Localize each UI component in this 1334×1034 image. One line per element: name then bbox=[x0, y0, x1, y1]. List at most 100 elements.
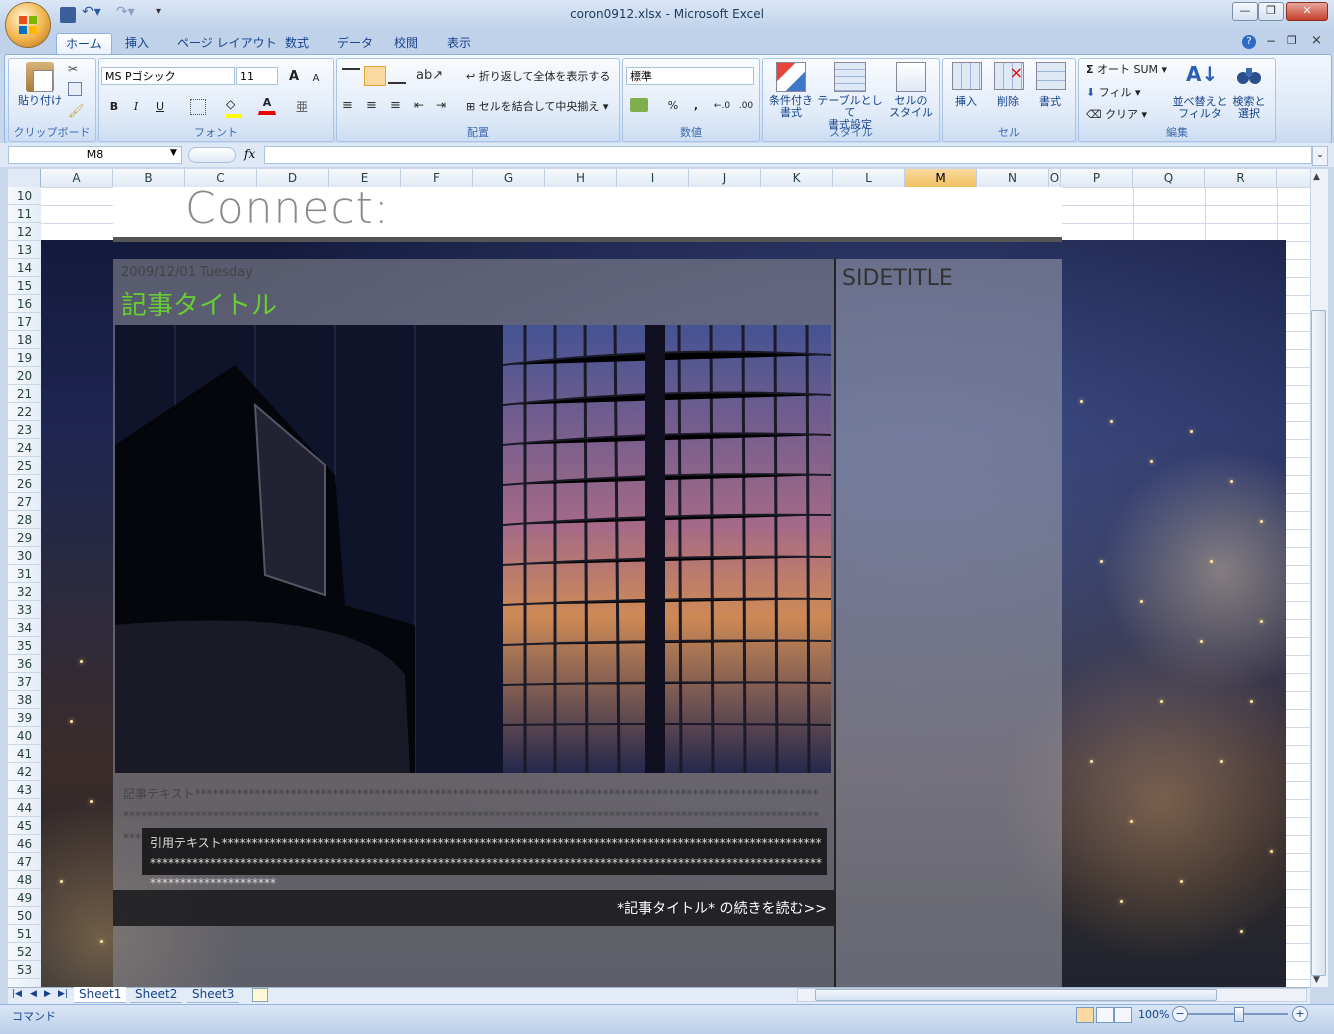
last-sheet-icon[interactable]: ▶| bbox=[58, 989, 68, 999]
row-header-51[interactable]: 51 bbox=[8, 925, 41, 943]
scroll-down-icon[interactable]: ▼ bbox=[1313, 975, 1320, 985]
clear-button[interactable]: ⌫ クリア ▾ bbox=[1086, 106, 1147, 122]
column-header-o[interactable]: O bbox=[1049, 169, 1061, 187]
decrease-decimal-button[interactable]: .00 bbox=[734, 95, 758, 117]
row-header-27[interactable]: 27 bbox=[8, 493, 41, 511]
name-box[interactable]: M8 bbox=[8, 146, 182, 164]
row-header-29[interactable]: 29 bbox=[8, 529, 41, 547]
row-header-37[interactable]: 37 bbox=[8, 673, 41, 691]
sheet-tab-2[interactable]: Sheet2 bbox=[130, 987, 183, 1003]
shrink-font-button[interactable]: A bbox=[306, 68, 326, 90]
row-header-15[interactable]: 15 bbox=[8, 277, 41, 295]
grow-font-button[interactable]: A bbox=[284, 66, 304, 88]
row-header-17[interactable]: 17 bbox=[8, 313, 41, 331]
font-name-combo[interactable]: MS Pゴシック bbox=[101, 67, 235, 85]
tab-insert[interactable]: 挿入 bbox=[116, 33, 158, 53]
row-header-52[interactable]: 52 bbox=[8, 943, 41, 961]
row-header-53[interactable]: 53 bbox=[8, 961, 41, 979]
row-header-38[interactable]: 38 bbox=[8, 691, 41, 709]
column-header-k[interactable]: K bbox=[761, 169, 833, 187]
currency-icon[interactable] bbox=[630, 98, 648, 112]
paste-icon[interactable] bbox=[26, 62, 54, 92]
workbook-restore-button[interactable]: ❐ bbox=[1287, 34, 1297, 47]
vertical-scroll-thumb[interactable] bbox=[1311, 310, 1326, 976]
page-break-view-icon[interactable] bbox=[1114, 1007, 1132, 1023]
horizontal-scroll-thumb[interactable] bbox=[815, 989, 1217, 1001]
row-header-49[interactable]: 49 bbox=[8, 889, 41, 907]
close-button[interactable]: ✕ bbox=[1286, 2, 1328, 21]
insert-sheet-icon[interactable] bbox=[252, 988, 268, 1002]
sheet-tab-3[interactable]: Sheet3 bbox=[187, 987, 240, 1003]
row-header-16[interactable]: 16 bbox=[8, 295, 41, 313]
tab-review[interactable]: 校閲 bbox=[385, 33, 427, 53]
merge-center-button[interactable]: ⊞ セルを結合して中央揃え ▾ bbox=[466, 98, 608, 114]
row-header-20[interactable]: 20 bbox=[8, 367, 41, 385]
read-more-link[interactable]: *記事タイトル* の続きを読む>> bbox=[500, 898, 827, 918]
maximize-button[interactable]: ❐ bbox=[1258, 2, 1284, 21]
row-header-35[interactable]: 35 bbox=[8, 637, 41, 655]
column-header-q[interactable]: Q bbox=[1133, 169, 1205, 187]
delete-cells-button[interactable]: 削除 bbox=[990, 96, 1026, 108]
column-header-i[interactable]: I bbox=[617, 169, 689, 187]
prev-sheet-icon[interactable]: ◀ bbox=[30, 989, 37, 999]
row-header-18[interactable]: 18 bbox=[8, 331, 41, 349]
first-sheet-icon[interactable]: |◀ bbox=[12, 989, 22, 999]
row-header-40[interactable]: 40 bbox=[8, 727, 41, 745]
cell-styles-button[interactable]: セルの スタイル bbox=[884, 95, 938, 119]
sort-filter-icon[interactable]: A↓ bbox=[1186, 62, 1218, 86]
find-select-button[interactable]: 検索と 選択 bbox=[1228, 96, 1270, 120]
help-icon[interactable]: ? bbox=[1242, 35, 1256, 49]
row-header-23[interactable]: 23 bbox=[8, 421, 41, 439]
column-header-g[interactable]: G bbox=[473, 169, 545, 187]
column-header-b[interactable]: B bbox=[113, 169, 185, 187]
wrap-text-button[interactable]: ↩ 折り返して全体を表示する bbox=[466, 68, 610, 84]
row-header-24[interactable]: 24 bbox=[8, 439, 41, 457]
scroll-up-icon[interactable]: ▲ bbox=[1313, 172, 1320, 182]
format-cells-icon[interactable] bbox=[1036, 62, 1066, 90]
fill-color-icon[interactable]: ◇ bbox=[226, 98, 242, 118]
row-header-46[interactable]: 46 bbox=[8, 835, 41, 853]
table-format-icon[interactable] bbox=[834, 62, 866, 92]
name-box-dropdown-icon[interactable]: ▼ bbox=[170, 148, 177, 158]
bold-button[interactable]: B bbox=[104, 96, 124, 118]
tab-formulas[interactable]: 数式 bbox=[276, 33, 318, 53]
format-painter-icon[interactable]: 🖌 bbox=[68, 104, 85, 119]
row-header-25[interactable]: 25 bbox=[8, 457, 41, 475]
insert-cells-icon[interactable] bbox=[952, 62, 982, 90]
column-header-a[interactable]: A bbox=[41, 169, 113, 187]
next-sheet-icon[interactable]: ▶ bbox=[44, 989, 51, 999]
column-header-p[interactable]: P bbox=[1061, 169, 1133, 187]
workbook-close-button[interactable]: × bbox=[1311, 33, 1322, 48]
fill-button[interactable]: ⬇ フィル ▾ bbox=[1086, 84, 1141, 100]
underline-button[interactable]: U bbox=[150, 96, 170, 118]
italic-button[interactable]: I bbox=[126, 96, 146, 118]
format-as-table-button[interactable]: テーブルとして 書式設定 bbox=[816, 95, 884, 131]
autosum-button[interactable]: Σ オート SUM ▾ bbox=[1086, 61, 1167, 77]
row-header-22[interactable]: 22 bbox=[8, 403, 41, 421]
align-left-icon[interactable]: ≡ bbox=[342, 98, 353, 113]
borders-icon[interactable] bbox=[190, 99, 206, 115]
tab-page-layout[interactable]: ページ レイアウト bbox=[168, 33, 286, 53]
row-header-31[interactable]: 31 bbox=[8, 565, 41, 583]
font-size-combo[interactable]: 11 bbox=[236, 67, 278, 85]
phonetic-icon[interactable]: 亜 bbox=[296, 98, 308, 115]
align-middle-icon[interactable] bbox=[364, 66, 386, 86]
tab-view[interactable]: 表示 bbox=[438, 33, 480, 53]
row-header-44[interactable]: 44 bbox=[8, 799, 41, 817]
row-header-36[interactable]: 36 bbox=[8, 655, 41, 673]
align-bottom-icon[interactable] bbox=[388, 68, 406, 84]
increase-decimal-button[interactable]: ←.0 bbox=[710, 95, 734, 117]
conditional-format-icon[interactable] bbox=[776, 62, 806, 92]
row-header-19[interactable]: 19 bbox=[8, 349, 41, 367]
conditional-format-button[interactable]: 条件付き 書式 bbox=[764, 95, 818, 119]
cell-styles-icon[interactable] bbox=[896, 62, 926, 92]
row-header-26[interactable]: 26 bbox=[8, 475, 41, 493]
row-header-39[interactable]: 39 bbox=[8, 709, 41, 727]
orientation-icon[interactable]: ab↗ bbox=[416, 68, 443, 83]
row-header-33[interactable]: 33 bbox=[8, 601, 41, 619]
row-header-32[interactable]: 32 bbox=[8, 583, 41, 601]
row-header-42[interactable]: 42 bbox=[8, 763, 41, 781]
page-layout-view-icon[interactable] bbox=[1096, 1007, 1114, 1023]
row-header-43[interactable]: 43 bbox=[8, 781, 41, 799]
tab-home[interactable]: ホーム bbox=[56, 33, 112, 55]
